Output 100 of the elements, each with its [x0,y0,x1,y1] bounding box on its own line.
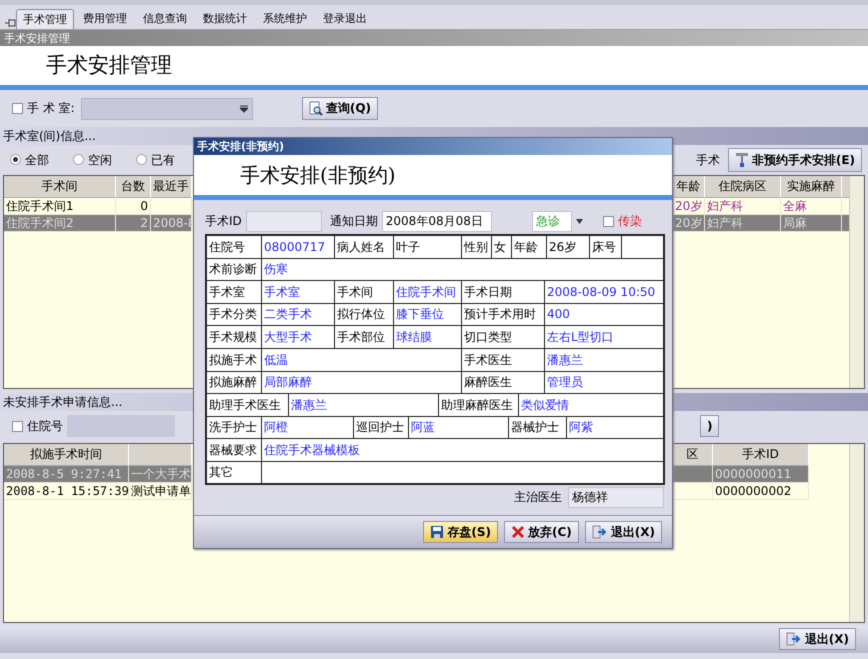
form-label: 病人姓名 [335,236,394,259]
form-value: 叶子 [394,236,462,259]
form-label: 拟施手术 [207,348,262,372]
cancel-button[interactable]: 放弃(C) [504,520,579,544]
form-value: 二类手术 [262,304,335,326]
form-value: 2008-08-09 10:50 [545,281,665,304]
column-header: 台数 [116,176,151,198]
table-cell: 一个大手术 [129,466,192,483]
form-value: 伤寒 [262,258,665,282]
table-cell: 0000000011 [713,466,809,483]
table-cell: 0000000002 [713,483,809,500]
column-header: 拟施手术时间 [4,444,129,466]
form-value: 膝下垂位 [394,304,462,326]
dialog-title: 手术安排(非预约) [194,138,672,155]
checkbox-label: 住院号 [27,418,63,434]
close-icon [510,524,525,539]
radio-label: 已有 [151,152,175,168]
form-value: 类似爱情 [519,394,665,417]
form-value: 左右L型切口 [545,326,665,349]
table-cell: 局麻 [781,215,842,232]
form-value: 阿紫 [567,416,665,440]
radio-button[interactable] [136,154,147,166]
form-value: 400 [545,304,665,326]
form-label: 助理手术医生 [207,394,289,417]
form-label: 巡回护士 [354,416,409,440]
scrollbar[interactable] [849,444,864,622]
table-cell: 2008-8-1 15:57:39 [4,483,129,500]
form-value: 低温 [262,348,462,372]
checkbox[interactable] [12,103,23,114]
form-label: 预计手术用时 [462,304,545,326]
attending-doctor-field[interactable]: 杨德祥 [568,486,664,508]
scrollbar[interactable] [849,176,864,388]
form-value: 26岁 [547,236,590,259]
search-icon [308,101,323,116]
column-header: 区 [673,444,713,466]
form-value: 阿橙 [262,416,354,440]
form-label: 性别 [462,236,492,259]
form-label: 拟施麻醉 [207,372,262,394]
form-value: 管理员 [545,372,665,394]
panel-caption: 手术安排管理 [0,30,868,46]
form-label: 手术间 [335,281,394,304]
form-label: 其它 [207,462,262,485]
form-label: 器械要求 [207,439,262,462]
room-dropdown[interactable] [80,98,253,120]
form-label: 麻醉医生 [462,372,545,394]
checkbox[interactable] [12,420,23,432]
form-value: 大型手术 [262,326,335,349]
table-cell: 2008-8-5 9:27:41 [4,466,129,483]
exit-icon [786,632,802,646]
table-cell: 20岁 [673,215,705,232]
form-value: 手术室 [262,281,335,304]
form-label: 手术日期 [462,281,545,304]
table-cell: 住院手术间2 [4,215,116,232]
form-label: 手术室 [207,281,262,304]
form-label: 助理麻醉医生 [439,394,519,417]
form-value: 女 [492,236,512,259]
form-value: 球结膜 [394,326,462,349]
menu-tab[interactable]: 数据统计 [196,8,254,29]
table-cell: 2 [116,215,151,232]
form-label: 洗手护士 [207,416,262,440]
menu-tab[interactable]: 系统维护 [256,8,314,29]
notice-date-field[interactable]: 2008年08月08日 [382,211,492,232]
exit-button[interactable]: 退出(X) [778,628,856,650]
column-header: 手术ID [713,444,809,466]
form-value: 住院手术间 [394,281,462,304]
form-label: 拟行体位 [335,304,394,326]
form-value: 局部麻醉 [262,372,462,394]
menu-tab[interactable]: 信息查询 [136,8,194,29]
save-button[interactable]: 存盘(S) [423,520,498,544]
form-value: 潘惠兰 [289,394,439,417]
query-button[interactable]: 查询(Q) [302,97,378,120]
surgery-id-field[interactable] [246,211,322,232]
form-label: 手术医生 [462,348,545,372]
dialog-heading: 手术安排(非预约) [240,163,396,187]
radio-button[interactable] [10,154,21,166]
form-label: 手术分类 [207,304,262,326]
radio-label: 全部 [25,152,49,168]
section-title: 未安排手术申请信息... [3,395,122,409]
field-label: 通知日期 [330,214,378,229]
exit-button[interactable]: 退出(X) [584,520,662,544]
form-label: 手术部位 [335,326,394,349]
form-value: 住院手术器械模板 [262,439,665,462]
form-value: 阿蓝 [409,416,509,440]
dropdown-arrow-icon [576,219,583,224]
filter-button[interactable]: ) [700,414,720,438]
menu-tab[interactable]: 费用管理 [76,8,134,29]
pin-icon [4,17,16,29]
column-header: 年龄 [673,176,705,198]
column-header: 手术间 [4,176,116,198]
filter-label: 手术 [696,152,720,168]
exit-icon [592,524,608,539]
checkbox[interactable] [602,216,614,227]
form-label: 手术规模 [207,326,262,349]
arrange-button[interactable]: 非预约手术安排(E) [728,148,862,172]
radio-button[interactable] [73,154,84,166]
table-cell: 测试申请单 [129,483,192,500]
menu-tab[interactable]: 登录退出 [316,8,374,29]
menu-tab[interactable]: 手术管理 [16,8,74,29]
page-heading: 手术安排管理 [46,52,172,78]
hammer-icon [734,152,749,168]
